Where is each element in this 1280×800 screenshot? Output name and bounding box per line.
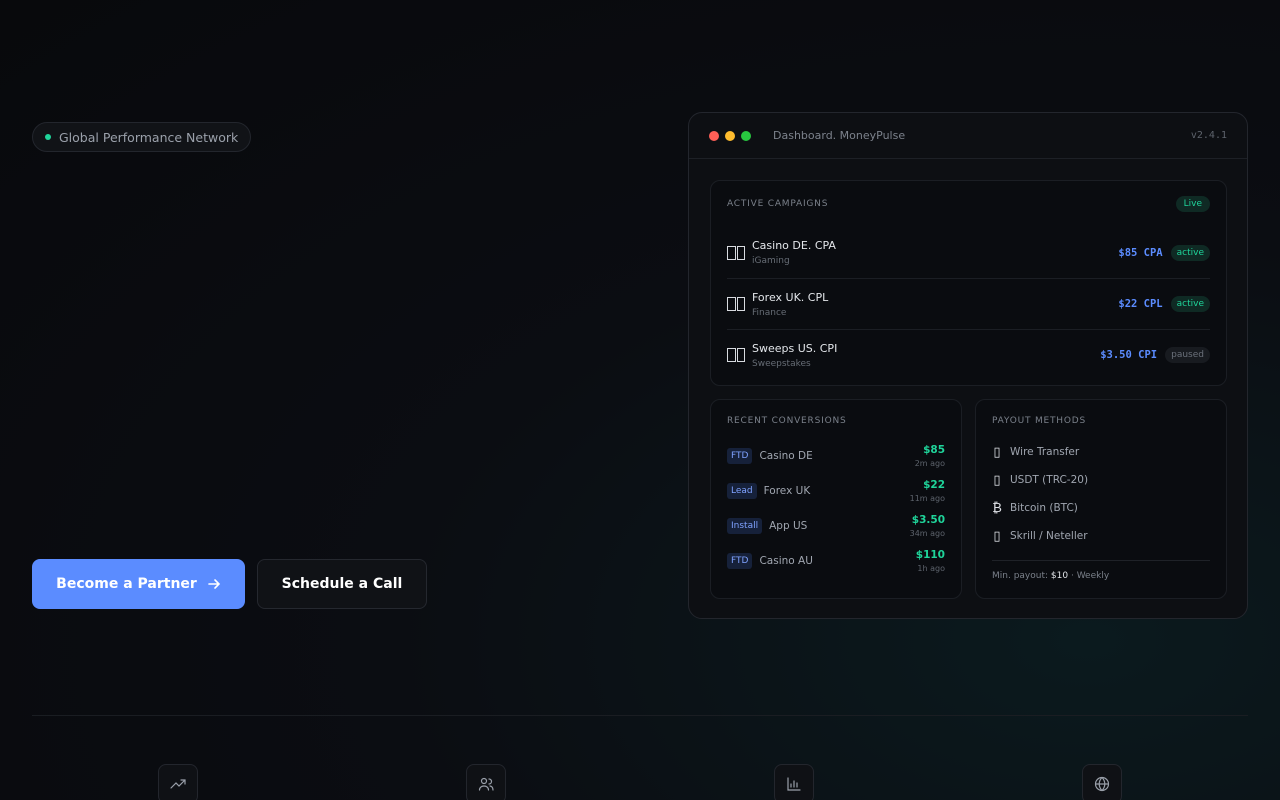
conversion-name: Forex UK [763,484,811,497]
conversion-tag: Lead [727,482,757,499]
min-payout-label: Min. payout: [992,571,1049,581]
conversion-row: FTD Casino DE $85 2m ago [727,438,945,473]
status-dot [45,134,51,140]
campaigns-heading: ACTIVE CAMPAIGNS [727,199,829,209]
active-campaigns-panel: ACTIVE CAMPAIGNS Live Casino DE. CPA iGa… [710,180,1227,386]
version-label: v2.4.1 [1190,130,1227,141]
payout-row: ▯ USDT (TRC-20) [992,466,1210,494]
dashboard-title: Dashboard. MoneyPulse [773,129,906,142]
payout-label: Bitcoin (BTC) [1010,502,1078,514]
conversion-amount: $22 [923,478,945,491]
campaign-price: $3.50 CPI [1100,349,1158,361]
campaign-price: $85 CPA [1118,246,1163,259]
payout-label: Wire Transfer [1010,446,1080,458]
campaign-status: paused [1165,347,1210,363]
conversion-amount: $85 [923,443,945,456]
usdt-icon: ▯ [993,472,1001,488]
campaign-category: Finance [752,307,787,318]
maximize-dot [741,130,751,141]
conversion-row: FTD Casino AU $110 1h ago [727,543,945,578]
campaign-category: iGaming [752,256,790,266]
payout-row: ▯ Wire Transfer [992,438,1210,466]
conversion-name: Casino DE [759,449,813,462]
campaign-name: Sweeps US. CPI [752,341,838,355]
conversion-row: Install App US $3.50 34m ago [727,508,945,543]
payout-row: ₿ Bitcoin (BTC) [992,494,1210,522]
conversion-tag: Install [727,517,763,534]
campaign-row[interactable]: Forex UK. CPL Finance $22 CPL active [727,278,1210,329]
campaign-list: Casino DE. CPA iGaming $85 CPA active Fo… [727,227,1210,380]
dashboard-window: Dashboard. MoneyPulse v2.4.1 ACTIVE CAMP… [688,112,1248,619]
conversion-row: Lead Forex UK $22 11m ago [727,473,945,508]
section-divider [32,715,1248,716]
schedule-call-button[interactable]: Schedule a Call [257,559,427,609]
flag-icon [727,245,745,260]
dashboard-titlebar: Dashboard. MoneyPulse v2.4.1 [689,113,1247,159]
conversion-time: 11m ago [909,493,945,503]
payout-label: Skrill / Neteller [1010,530,1088,542]
flag-icon [727,297,745,311]
payout-row: ▯ Skrill / Neteller [992,522,1210,550]
conversion-name: App US [769,519,808,532]
payouts-heading: PAYOUT METHODS [992,416,1086,426]
campaign-row[interactable]: Casino DE. CPA iGaming $85 CPA active [727,227,1210,278]
payout-frequency: · Weekly [1070,571,1110,581]
arrow-right-icon [208,579,220,589]
conversion-tag: FTD [727,447,753,464]
globe-icon [1082,764,1122,800]
conversion-time: 1h ago [917,563,945,573]
conversion-amount: $110 [915,548,945,561]
become-partner-label: Become a Partner [56,576,197,592]
badge-label: Global Performance Network [59,129,239,145]
conversion-tag: FTD [727,552,753,569]
minimize-dot [725,130,735,141]
become-partner-button[interactable]: Become a Partner [32,559,245,609]
bank-icon: ▯ [993,444,1001,460]
recent-conversions-panel: RECENT CONVERSIONS FTD Casino DE $85 2m … [710,399,962,599]
conversion-time: 34m ago [909,528,945,538]
conversion-time: 2m ago [914,458,945,468]
campaign-name: Forex UK. CPL [752,290,829,304]
conversion-name: Casino AU [759,554,813,567]
campaign-price: $22 CPL [1118,298,1163,310]
payout-footer: Min. payout: $10 · Weekly [992,560,1210,581]
wallet-icon: ▯ [993,528,1001,544]
payout-methods-panel: PAYOUT METHODS ▯ Wire Transfer ▯ USDT (T… [975,399,1227,599]
close-dot [709,130,719,141]
payout-label: USDT (TRC-20) [1010,474,1089,486]
live-badge: Live [1175,196,1210,212]
conversions-heading: RECENT CONVERSIONS [727,416,847,426]
campaign-category: Sweepstakes [752,358,811,369]
flag-icon [727,348,745,362]
campaign-row[interactable]: Sweeps US. CPI Sweepstakes $3.50 CPI pau… [727,329,1210,380]
conversion-amount: $3.50 [911,513,945,526]
bitcoin-icon: ₿ [992,501,1002,516]
campaign-status: active [1170,244,1210,261]
campaign-name: Casino DE. CPA [752,239,836,252]
min-payout-amount: $10 [1050,571,1069,581]
schedule-call-label: Schedule a Call [281,576,403,592]
campaign-status: active [1170,296,1210,312]
users-icon [466,764,506,800]
network-badge: Global Performance Network [32,122,252,152]
bar-chart-icon [774,764,814,800]
trending-up-icon [158,764,198,800]
